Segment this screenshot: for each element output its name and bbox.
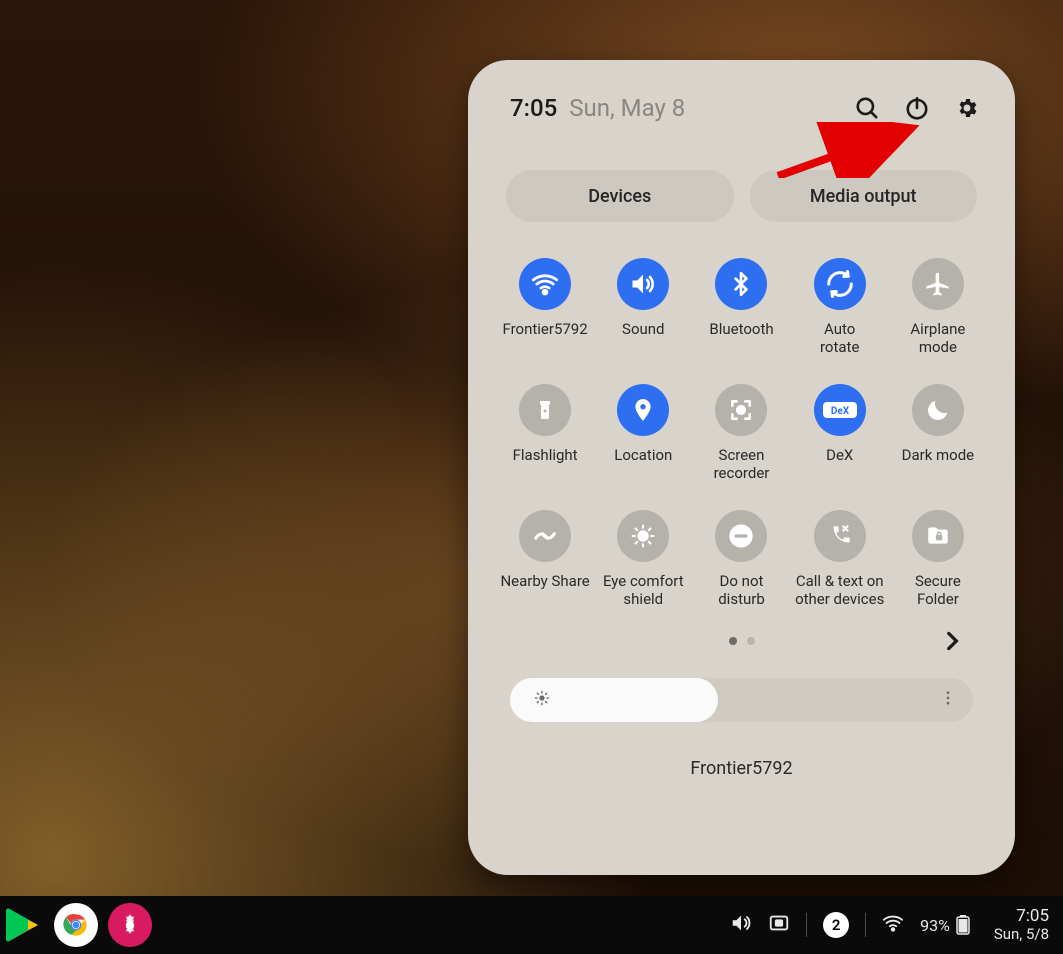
pagination <box>496 626 987 656</box>
tile-eyecomfort[interactable]: A Eye comfort shield <box>594 510 692 608</box>
wifi-icon <box>519 258 571 310</box>
shelf-battery[interactable]: 93% <box>920 915 970 935</box>
location-icon <box>617 384 669 436</box>
shelf-clock[interactable]: 7:05 Sun, 5/8 <box>986 907 1049 942</box>
tile-secfolder[interactable]: Secure Folder <box>889 510 987 608</box>
pagination-dots <box>729 637 755 645</box>
shelf-separator <box>806 913 807 937</box>
shelf-date: Sun, 5/8 <box>994 926 1049 943</box>
shelf-time: 7:05 <box>994 907 1049 926</box>
quick-tiles-grid: Frontier5792SoundBluetoothAuto rotateAir… <box>496 258 987 608</box>
dex-icon: DeX <box>814 384 866 436</box>
panel-time: 7:05 <box>510 94 557 122</box>
tile-label: Do not disturb <box>692 572 790 608</box>
tile-label: Secure Folder <box>889 572 987 608</box>
tile-bluetooth[interactable]: Bluetooth <box>692 258 790 356</box>
tile-dnd[interactable]: Do not disturb <box>692 510 790 608</box>
tile-location[interactable]: Location <box>594 384 692 482</box>
media-output-button[interactable]: Media output <box>750 170 978 222</box>
tile-label: Bluetooth <box>692 320 790 356</box>
network-name-footer: Frontier5792 <box>496 758 987 779</box>
eyecare-icon: A <box>617 510 669 562</box>
rotate-icon <box>814 258 866 310</box>
tile-wifi[interactable]: Frontier5792 <box>496 258 594 356</box>
chrome-app-icon[interactable] <box>54 903 98 947</box>
panel-datetime: 7:05 Sun, May 8 <box>510 94 685 122</box>
tile-label: Frontier5792 <box>496 320 594 356</box>
settings-gear-icon[interactable] <box>953 94 981 122</box>
screenrec-icon <box>715 384 767 436</box>
flashlight-icon <box>519 384 571 436</box>
tile-label: Location <box>594 446 692 482</box>
airplane-icon <box>912 258 964 310</box>
tile-autorotate[interactable]: Auto rotate <box>791 258 889 356</box>
header-icon-row <box>853 94 981 122</box>
panel-header: 7:05 Sun, May 8 <box>496 94 987 122</box>
tile-label: Nearby Share <box>496 572 594 608</box>
panel-date: Sun, May 8 <box>569 94 685 122</box>
callswitch-icon <box>814 510 866 562</box>
shelf-wifi-icon[interactable] <box>882 912 904 938</box>
page-dot-2[interactable] <box>747 637 755 645</box>
play-store-app-icon[interactable] <box>0 903 44 947</box>
tile-label: Sound <box>594 320 692 356</box>
brightness-more-icon[interactable] <box>939 689 957 711</box>
volume-icon <box>617 258 669 310</box>
page-dot-1[interactable] <box>729 637 737 645</box>
tile-label: Auto rotate <box>791 320 889 356</box>
shelf-volume-icon[interactable] <box>730 912 752 938</box>
battery-icon <box>956 915 970 935</box>
svg-text:A: A <box>641 533 646 541</box>
shelf-cast-icon[interactable] <box>768 912 790 938</box>
tile-label: Dark mode <box>889 446 987 482</box>
tile-screenrec[interactable]: Screen recorder <box>692 384 790 482</box>
svg-text:DeX: DeX <box>831 406 850 417</box>
chrome-os-shelf: 2 93% 7:05 Sun, 5/8 <box>0 896 1063 954</box>
panel-pill-row: Devices Media output <box>496 170 987 222</box>
folderlock-icon <box>912 510 964 562</box>
shelf-status-area[interactable]: 2 93% 7:05 Sun, 5/8 <box>730 907 1049 942</box>
shelf-apps <box>0 903 152 947</box>
moon-icon <box>912 384 964 436</box>
dnd-icon <box>715 510 767 562</box>
search-icon[interactable] <box>853 94 881 122</box>
tile-label: Eye comfort shield <box>594 572 692 608</box>
gallery-app-icon[interactable] <box>108 903 152 947</box>
brightness-low-icon <box>532 688 552 712</box>
tile-flashlight[interactable]: Flashlight <box>496 384 594 482</box>
tile-airplane[interactable]: Airplane mode <box>889 258 987 356</box>
bluetooth-icon <box>715 258 767 310</box>
tile-label: DeX <box>791 446 889 482</box>
nearby-icon <box>519 510 571 562</box>
tile-label: Flashlight <box>496 446 594 482</box>
tile-nearby[interactable]: Nearby Share <box>496 510 594 608</box>
tile-label: Call & text on other devices <box>791 572 889 608</box>
tile-label: Airplane mode <box>889 320 987 356</box>
devices-button[interactable]: Devices <box>506 170 734 222</box>
tile-label: Screen recorder <box>692 446 790 482</box>
quick-settings-panel: 7:05 Sun, May 8 Devices Media output Fro… <box>468 60 1015 875</box>
notification-count-badge[interactable]: 2 <box>823 912 849 938</box>
tile-dex[interactable]: DeX DeX <box>791 384 889 482</box>
tile-callswitch[interactable]: Call & text on other devices <box>791 510 889 608</box>
shelf-separator <box>865 913 866 937</box>
next-page-button[interactable] <box>935 624 969 658</box>
tile-sound[interactable]: Sound <box>594 258 692 356</box>
power-icon[interactable] <box>903 94 931 122</box>
battery-percent-label: 93% <box>920 916 950 935</box>
tile-darkmode[interactable]: Dark mode <box>889 384 987 482</box>
brightness-slider[interactable] <box>510 678 973 722</box>
